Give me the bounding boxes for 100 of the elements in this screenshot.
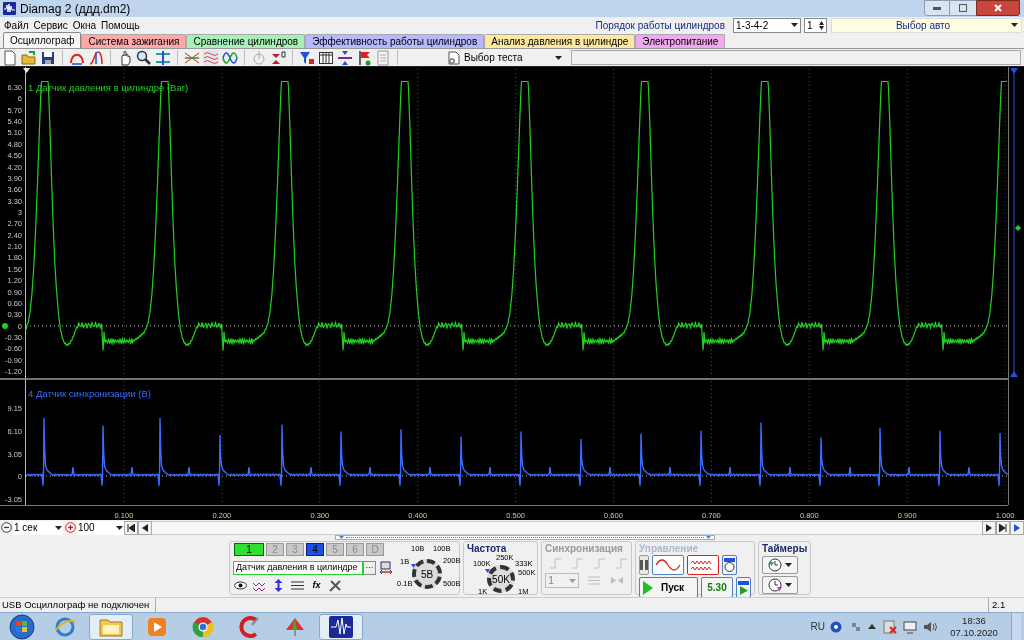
- pause-icon: [640, 560, 648, 570]
- channel-marker[interactable]: [2, 323, 8, 329]
- group-title: Таймеры: [762, 543, 808, 554]
- zoom-in-icon[interactable]: [65, 522, 76, 533]
- cylinder-spinner[interactable]: 1: [804, 17, 827, 33]
- next-icon: [985, 523, 993, 532]
- auto-play-icon: [737, 580, 750, 595]
- cursor-marker[interactable]: [23, 68, 30, 73]
- first-page-icon: [127, 523, 135, 532]
- group-title: Частота: [467, 543, 507, 554]
- sensor-field[interactable]: Датчик давления в цилиндре: [233, 561, 363, 575]
- previous-button[interactable]: [138, 520, 152, 535]
- caret-icon: [1011, 23, 1018, 27]
- zoom-icon[interactable]: [136, 49, 152, 66]
- browse-button[interactable]: ···: [363, 561, 376, 575]
- tab[interactable]: Система зажигания: [81, 34, 187, 48]
- noise-button[interactable]: [687, 555, 719, 575]
- group-title: Управление: [639, 543, 700, 554]
- tab[interactable]: Эффективность работы цилиндров: [305, 34, 485, 48]
- divider-arrows-icon[interactable]: [337, 49, 353, 66]
- next-button[interactable]: [982, 520, 996, 535]
- show-hidden-icon[interactable]: [868, 624, 876, 629]
- save-icon[interactable]: [40, 49, 56, 66]
- amplitude-icon[interactable]: [88, 49, 104, 66]
- auto-timer-button[interactable]: [722, 555, 737, 575]
- taskbar-button[interactable]: [319, 613, 363, 640]
- pause-button[interactable]: [639, 555, 649, 575]
- channel-button[interactable]: 1: [234, 543, 264, 556]
- speaker-icon[interactable]: [923, 619, 937, 634]
- first-page-button[interactable]: [124, 520, 138, 535]
- spinner-arrows-icon: [819, 20, 824, 30]
- clock[interactable]: 18:36 07.10.2020: [945, 614, 1003, 639]
- play-icon: [1013, 523, 1021, 532]
- caret-icon: [791, 23, 798, 27]
- tab[interactable]: Сравнение цилиндров: [186, 34, 306, 48]
- last-page-icon: [999, 523, 1007, 532]
- close-button[interactable]: [976, 0, 1020, 16]
- zero-marker-icon[interactable]: [270, 49, 286, 66]
- clock-icon: [768, 558, 782, 572]
- tab[interactable]: Анализ давления в цилиндре: [484, 34, 636, 48]
- maximize-button[interactable]: [950, 0, 976, 16]
- sensor-swap-icon[interactable]: [379, 561, 393, 575]
- filter-icon[interactable]: [299, 49, 315, 66]
- previous-icon: [141, 523, 149, 532]
- monitor-icon[interactable]: [903, 619, 917, 634]
- globe-icon: [54, 615, 76, 638]
- stopwatch-icon: [723, 558, 736, 572]
- auto-play-button[interactable]: [736, 577, 751, 598]
- play-icon: [643, 580, 653, 595]
- menu-item[interactable]: Окна: [72, 17, 97, 33]
- app-icon: [3, 2, 16, 15]
- formula-button[interactable]: fx: [309, 579, 324, 593]
- cylinder-order-label: Порядок работы цилиндров: [595, 18, 725, 33]
- sine-waves-icon[interactable]: [222, 49, 238, 66]
- new-document-icon[interactable]: [2, 49, 18, 66]
- zoom-select[interactable]: 100: [77, 520, 124, 535]
- voltage-knob[interactable]: 5В: [412, 559, 442, 589]
- level-marker[interactable]: [1015, 225, 1021, 231]
- menu-item[interactable]: Помощь: [101, 17, 140, 33]
- language-indicator[interactable]: RU: [810, 619, 825, 634]
- cylinder-order-select[interactable]: 1-3-4-2: [733, 17, 801, 33]
- center-wave-icon[interactable]: [155, 49, 171, 66]
- test-select[interactable]: Выбор теста: [444, 49, 564, 66]
- reading-button[interactable]: 5.30: [701, 577, 733, 598]
- eye-icon[interactable]: [233, 579, 248, 593]
- caret-icon: [116, 525, 123, 530]
- chrome-icon: [192, 615, 214, 638]
- channel-title: 4 Датчик синхронизации (В): [28, 388, 151, 399]
- caret-icon: [785, 583, 792, 587]
- caret-icon: [555, 55, 562, 60]
- car-select[interactable]: Выбор авто: [831, 17, 1022, 33]
- minimize-button[interactable]: [924, 0, 950, 16]
- folder-icon: [99, 616, 123, 637]
- window-title: Diamag 2 (ддд.dm2): [20, 0, 131, 18]
- play-button[interactable]: [1010, 520, 1024, 535]
- tab[interactable]: Осциллограф: [3, 32, 82, 48]
- start-button[interactable]: Пуск: [639, 577, 698, 598]
- tab[interactable]: Электропитание: [635, 34, 726, 48]
- frequency-knob[interactable]: 50K: [487, 565, 515, 593]
- timebase-select[interactable]: 1 сек: [13, 520, 63, 535]
- sine-icon: [655, 559, 681, 571]
- timer-stop-button[interactable]: [762, 576, 798, 594]
- timer-start-button[interactable]: [762, 556, 798, 574]
- media-player-icon: [147, 616, 167, 637]
- table-icon[interactable]: [318, 49, 334, 66]
- close-icon: [994, 4, 1002, 12]
- clock-icon: [768, 578, 782, 592]
- range-selector[interactable]: [335, 535, 715, 540]
- sine-button[interactable]: [652, 555, 684, 575]
- group-title: Синхронизация: [545, 543, 624, 554]
- lines-icon[interactable]: [290, 579, 305, 593]
- menu-item[interactable]: Файл: [4, 17, 29, 33]
- pointer-icon: [485, 569, 490, 573]
- last-page-button[interactable]: [996, 520, 1010, 535]
- menu-item[interactable]: Сервис: [33, 17, 68, 33]
- caret-icon: [785, 563, 792, 567]
- waves-icon[interactable]: [203, 49, 219, 66]
- zoom-out-icon[interactable]: [1, 522, 12, 533]
- waveform-icon: [329, 615, 353, 638]
- scrollbar[interactable]: [152, 520, 982, 535]
